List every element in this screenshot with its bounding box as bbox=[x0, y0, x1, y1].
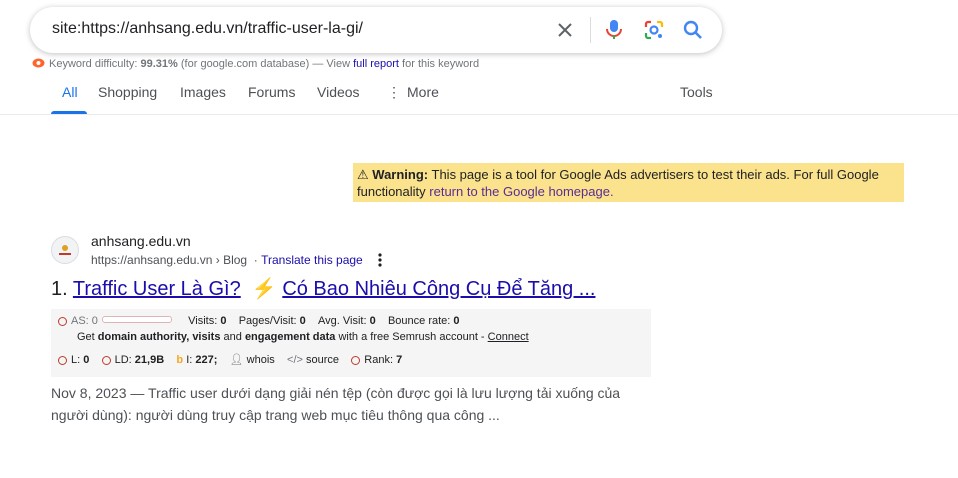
as-bar bbox=[101, 316, 172, 323]
result-title-part2[interactable]: Có Bao Nhiêu Công Cụ Để Tăng ... bbox=[282, 278, 595, 300]
l-value: 0 bbox=[83, 354, 90, 366]
rank-value: 7 bbox=[396, 354, 403, 366]
lens-icon[interactable] bbox=[642, 18, 666, 42]
result-number: 1. bbox=[51, 278, 68, 300]
semrush-panel: AS: 0 Visits: 0 Pages/Visit: 0 Avg. Visi… bbox=[51, 309, 651, 377]
semrush-promo-row: Get domain authority, visits and engagem… bbox=[77, 331, 529, 343]
i-label: I: bbox=[186, 354, 193, 366]
result-title-part1[interactable]: Traffic User Là Gì? bbox=[73, 278, 241, 300]
promo-a: Get bbox=[77, 331, 95, 343]
bounce-value: 0 bbox=[453, 315, 460, 327]
result-url-text: https://anhsang.edu.vn › Blog bbox=[91, 253, 248, 267]
google-homepage-link[interactable]: return to the Google homepage. bbox=[429, 184, 613, 199]
semrush-icon bbox=[32, 57, 45, 68]
ads-warning-banner: ⚠ Warning: This page is a tool for Googl… bbox=[353, 163, 904, 202]
lightning-icon: ⚡ bbox=[246, 278, 283, 300]
keyword-difficulty: Keyword difficulty: 99.31% (for google.c… bbox=[32, 57, 479, 70]
rank-label: Rank: bbox=[364, 354, 394, 366]
as-label: AS: bbox=[71, 315, 89, 327]
result-site-name[interactable]: anhsang.edu.vn bbox=[91, 233, 191, 249]
full-report-link[interactable]: full report bbox=[353, 58, 399, 70]
avg-visit-label: Avg. Visit: bbox=[318, 315, 367, 327]
as-value: 0 bbox=[91, 315, 98, 327]
whois-link[interactable]: whois bbox=[247, 354, 275, 366]
translate-link[interactable]: Translate this page bbox=[261, 253, 363, 267]
tab-shopping[interactable]: Shopping bbox=[98, 84, 157, 100]
visits-value: 0 bbox=[220, 315, 227, 327]
connect-link[interactable]: Connect bbox=[488, 331, 529, 343]
promo-d: engagement data bbox=[244, 331, 336, 343]
promo-e: with a free Semrush account - bbox=[338, 331, 485, 343]
tab-more-label: More bbox=[407, 84, 439, 100]
search-tabs: All Shopping Images Forums Videos ⋮ More … bbox=[0, 80, 958, 115]
ld-label: LD: bbox=[114, 354, 132, 366]
kd-label: Keyword difficulty: bbox=[49, 58, 138, 70]
result-url[interactable]: https://anhsang.edu.vn › Blog · Translat… bbox=[91, 253, 363, 267]
tools-button[interactable]: Tools bbox=[680, 84, 713, 100]
person-icon: 👤︎ bbox=[229, 354, 244, 366]
tab-images[interactable]: Images bbox=[180, 84, 226, 100]
kd-database: (for google.com database) — View bbox=[180, 58, 351, 70]
pages-value: 0 bbox=[299, 315, 306, 327]
warning-bold: Warning: bbox=[372, 167, 429, 182]
more-dots-icon: ⋮ bbox=[387, 84, 401, 100]
bounce-label: Bounce rate: bbox=[387, 315, 451, 327]
result-snippet: Nov 8, 2023 — Traffic user dưới dạng giả… bbox=[51, 382, 651, 426]
bing-icon: b bbox=[176, 354, 184, 366]
search-divider bbox=[590, 17, 591, 43]
ld-icon bbox=[101, 356, 111, 365]
clear-icon[interactable] bbox=[553, 18, 577, 42]
pages-label: Pages/Visit: bbox=[238, 315, 297, 327]
active-tab-indicator bbox=[51, 111, 87, 114]
tab-forums[interactable]: Forums bbox=[248, 84, 295, 100]
l-label: L: bbox=[71, 354, 81, 366]
rank-icon bbox=[351, 356, 361, 365]
result-title[interactable]: 1. Traffic User Là Gì? ⚡ Có Bao Nhiêu Cô… bbox=[51, 276, 595, 301]
result-date: Nov 8, 2023 — bbox=[51, 385, 145, 401]
tab-all[interactable]: All bbox=[62, 84, 78, 100]
semrush-links-row: L: 0 LD: 21,9B b I: 227; 👤︎ whois </> so… bbox=[58, 353, 402, 366]
warning-icon: ⚠ bbox=[357, 167, 369, 182]
as-icon bbox=[58, 317, 67, 326]
promo-b: domain authority, visits bbox=[97, 331, 221, 343]
visits-label: Visits: bbox=[188, 315, 218, 327]
source-link[interactable]: source bbox=[306, 354, 339, 366]
semrush-metrics-row: AS: 0 Visits: 0 Pages/Visit: 0 Avg. Visi… bbox=[58, 315, 460, 327]
i-value: 227; bbox=[195, 354, 218, 366]
avg-visit-value: 0 bbox=[369, 315, 376, 327]
code-icon: </> bbox=[287, 354, 303, 366]
tab-more[interactable]: ⋮ More bbox=[387, 84, 439, 101]
l-icon bbox=[58, 356, 67, 365]
kd-suffix: for this keyword bbox=[402, 58, 480, 70]
promo-c: and bbox=[223, 331, 242, 343]
microphone-icon[interactable] bbox=[602, 18, 626, 42]
more-options-icon[interactable] bbox=[377, 252, 383, 268]
search-input[interactable]: site:https://anhsang.edu.vn/traffic-user… bbox=[52, 20, 363, 38]
ld-value: 21,9B bbox=[134, 354, 165, 366]
search-icon[interactable] bbox=[681, 18, 705, 42]
tab-videos[interactable]: Videos bbox=[317, 84, 360, 100]
kd-value: 99.31% bbox=[140, 58, 178, 70]
search-bar: site:https://anhsang.edu.vn/traffic-user… bbox=[30, 7, 722, 53]
site-favicon[interactable] bbox=[51, 236, 79, 264]
